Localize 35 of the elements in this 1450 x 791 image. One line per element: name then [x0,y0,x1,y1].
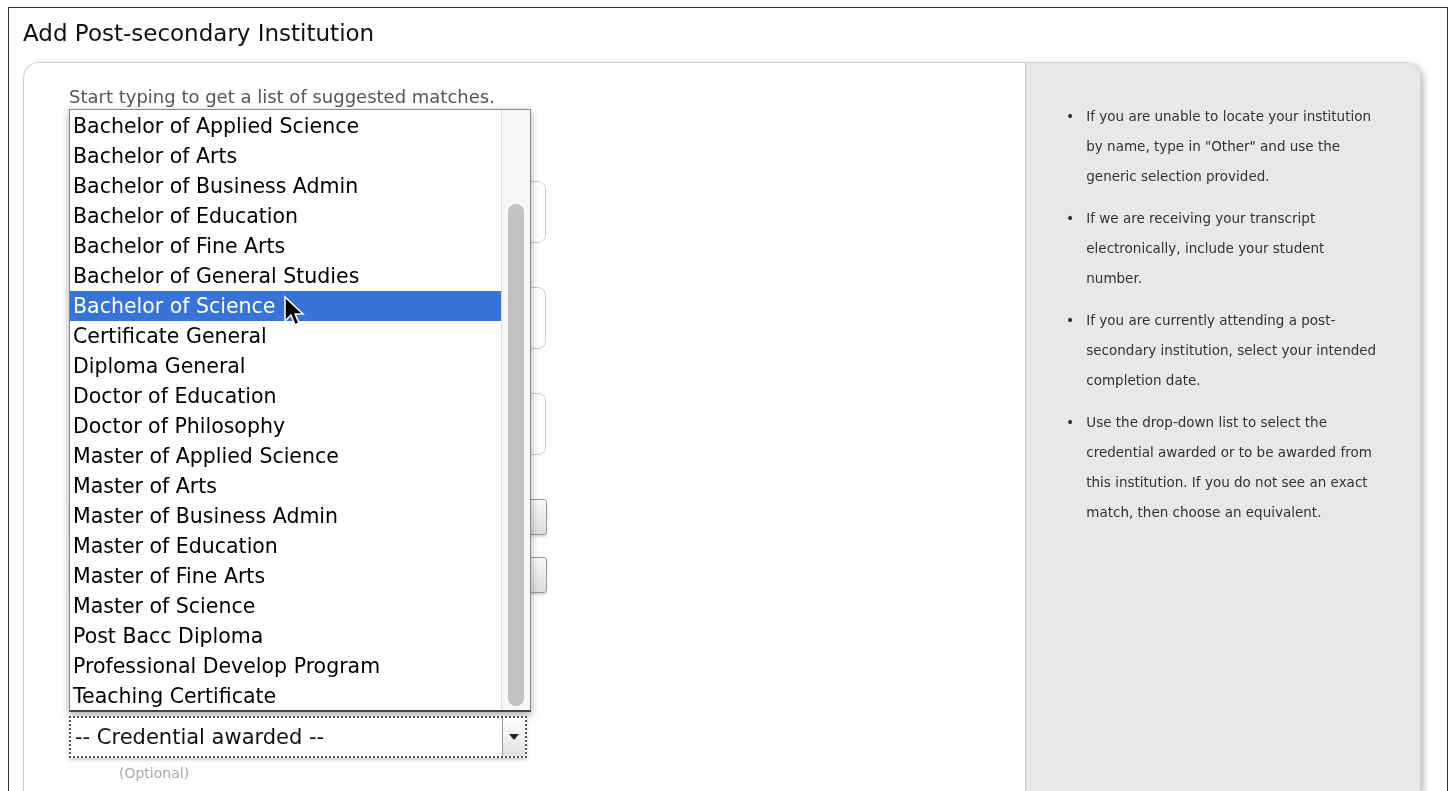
dropdown-option[interactable]: Bachelor of Science [70,291,501,321]
credential-select[interactable]: -- Credential awarded -- [69,716,527,758]
optional-note: (Optional) [119,765,190,781]
dropdown-option[interactable]: Master of Fine Arts [70,561,501,591]
dropdown-option[interactable]: Master of Education [70,531,501,561]
page-title: Add Post-secondary Institution [23,19,376,48]
tip-text: Use the drop-down list to select the credential awarded or to be awarded from this institution. If you do not see an exact match, then choose an equivalent. [1086,413,1373,522]
dropdown-option[interactable]: Certificate General [70,321,501,351]
dropdown-option[interactable]: Master of Science [70,591,501,621]
caret-icon [509,734,519,740]
dropdown-option[interactable]: Bachelor of Business Admin [70,171,501,201]
bullet-marker: • [1066,209,1075,228]
dropdown-option[interactable]: Master of Arts [70,471,501,501]
tip-text: If we are receiving your transcript electronically, include your student number. [1086,209,1326,288]
cursor-icon [283,295,305,327]
tip-text: If you are unable to locate your institution by name, type in "Other" and use the generic selection provided. [1086,107,1372,186]
dropdown-option[interactable]: Master of Applied Science [70,441,501,471]
tip-text: If you are currently attending a post-secondary institution, select your intended completion date. [1086,311,1377,390]
bullet-marker: • [1066,311,1075,330]
scrollbar-thumb[interactable] [508,204,524,706]
dropdown-option[interactable]: Teaching Certificate [70,681,501,711]
dropdown-option[interactable]: Bachelor of Fine Arts [70,231,501,261]
bullet-marker: • [1066,413,1075,432]
dropdown-option[interactable]: Bachelor of Arts [70,141,501,171]
bullet-marker: • [1066,107,1075,126]
hint-text: Start typing to get a list of suggested matches. [69,85,496,109]
dropdown-option[interactable]: Bachelor of Education [70,201,501,231]
dropdown-option[interactable]: Bachelor of General Studies [70,261,501,291]
dropdown-option[interactable]: Master of Business Admin [70,501,501,531]
dropdown-option[interactable]: Diploma General [70,351,501,381]
dropdown-option[interactable]: Post Bacc Diploma [70,621,501,651]
dropdown-option[interactable]: Doctor of Education [70,381,501,411]
dropdown-option[interactable]: Bachelor of Applied Science [70,111,501,141]
dropdown-option[interactable]: Professional Develop Program [70,651,501,681]
dropdown-option[interactable]: Doctor of Philosophy [70,411,501,441]
